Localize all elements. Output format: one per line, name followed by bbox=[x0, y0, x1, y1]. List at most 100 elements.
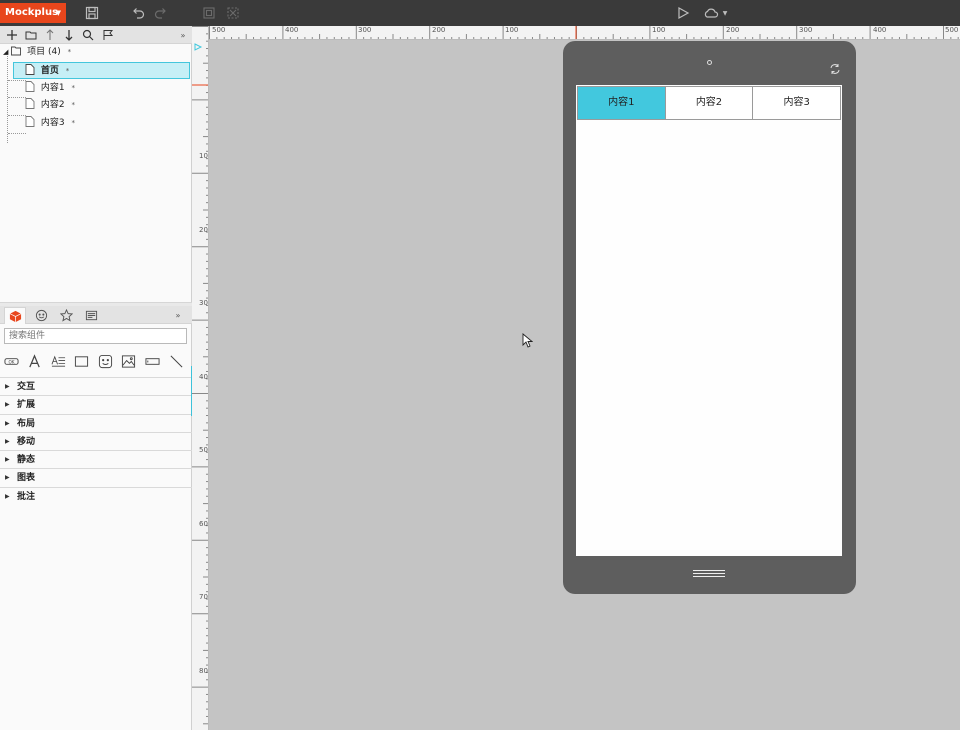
category-interaction[interactable]: ▶ 交互 bbox=[0, 377, 192, 395]
project-tree: ◢ 项目 (4) * 首页 * 内容1 * 内容2 * 内容3 * bbox=[0, 44, 192, 302]
favorites-tab[interactable] bbox=[55, 307, 77, 324]
tree-root-label: 项目 (4) bbox=[27, 47, 61, 57]
ruler-label: 300 bbox=[799, 26, 813, 34]
ruler-label: 800 bbox=[199, 667, 208, 675]
app-menu-button[interactable]: Mockplus ▼ bbox=[0, 3, 66, 23]
collapse-panel-icon[interactable]: » bbox=[176, 28, 190, 42]
text-widget-icon[interactable] bbox=[25, 352, 43, 370]
textbox-widget-icon[interactable] bbox=[143, 352, 161, 370]
folder-icon[interactable] bbox=[24, 28, 38, 42]
tree-page-label: 首页 bbox=[40, 66, 59, 76]
expand-triangle-icon: ▶ bbox=[5, 419, 10, 427]
play-icon[interactable] bbox=[675, 5, 691, 21]
group-icon[interactable] bbox=[201, 5, 217, 21]
components-tab[interactable] bbox=[4, 307, 26, 324]
app-name: Mockplus bbox=[5, 7, 59, 18]
category-extension[interactable]: ▶ 扩展 bbox=[0, 395, 192, 413]
left-panel: » ◢ 项目 (4) * 首页 * 内容1 * 内容2 * 内容3 * » 搜索… bbox=[0, 26, 194, 730]
tree-page-home[interactable]: 首页 * bbox=[13, 62, 190, 79]
ruler-label: 100 bbox=[505, 26, 519, 34]
home-button-icon[interactable] bbox=[693, 570, 725, 579]
move-down-icon[interactable] bbox=[62, 28, 76, 42]
button-widget-text: OK bbox=[8, 359, 14, 364]
expand-triangle-icon: ▶ bbox=[5, 383, 10, 390]
tree-page-content2[interactable]: 内容2 * bbox=[25, 97, 75, 114]
category-layout[interactable]: ▶ 布局 bbox=[0, 413, 192, 432]
project-toolbar: » bbox=[0, 26, 192, 44]
page-icon bbox=[25, 116, 35, 127]
tab-content1[interactable]: 内容1 bbox=[578, 87, 665, 119]
tree-page-content1[interactable]: 内容1 * bbox=[25, 80, 75, 97]
category-chart[interactable]: ▶ 图表 bbox=[0, 468, 192, 486]
category-static[interactable]: ▶ 静态 bbox=[0, 450, 192, 468]
templates-tab[interactable] bbox=[80, 307, 102, 324]
ruler-label: 600 bbox=[199, 520, 208, 528]
tab-content2[interactable]: 内容2 bbox=[664, 87, 753, 119]
icons-tab[interactable] bbox=[30, 307, 52, 324]
undo-icon[interactable] bbox=[130, 5, 146, 21]
smiley-icon bbox=[35, 309, 47, 322]
move-up-icon[interactable] bbox=[43, 28, 57, 42]
mouse-cursor-icon bbox=[522, 333, 533, 348]
ruler-label: 100 bbox=[199, 152, 208, 160]
ruler-label: 500 bbox=[945, 26, 959, 34]
page-icon bbox=[25, 81, 35, 92]
collapse-panel-icon[interactable]: » bbox=[170, 307, 186, 324]
category-annotation[interactable]: ▶ 批注 bbox=[0, 486, 192, 505]
expand-triangle-icon: ▶ bbox=[5, 456, 10, 464]
chevron-down-icon[interactable]: ▼ bbox=[720, 5, 730, 21]
vertical-ruler: 100 200 300 400 500 600 700 800 bbox=[192, 26, 209, 730]
star-icon bbox=[59, 309, 73, 322]
ruler-label: 200 bbox=[432, 26, 446, 34]
cube-icon bbox=[9, 310, 21, 322]
expand-triangle-icon: ▶ bbox=[5, 401, 10, 409]
chevron-down-icon: ▼ bbox=[55, 9, 61, 17]
expand-triangle-icon: ▶ bbox=[5, 437, 10, 445]
image-widget-icon[interactable] bbox=[119, 352, 137, 370]
folder-icon bbox=[11, 46, 22, 56]
category-mobile[interactable]: ▶ 移动 bbox=[0, 431, 192, 450]
ruler-label: 400 bbox=[873, 26, 887, 34]
paragraph-widget-icon[interactable] bbox=[49, 352, 67, 370]
page-icon bbox=[25, 64, 35, 75]
save-icon[interactable] bbox=[84, 5, 100, 21]
widget-palette: OK bbox=[0, 352, 192, 372]
search-icon[interactable] bbox=[81, 28, 95, 42]
line-widget-icon[interactable] bbox=[167, 352, 185, 370]
expand-triangle-icon: ◢ bbox=[3, 48, 9, 56]
component-search-input[interactable] bbox=[4, 328, 187, 344]
redo-icon[interactable] bbox=[153, 5, 169, 21]
ruler-label: 200 bbox=[726, 26, 740, 34]
rectangle-widget-icon[interactable] bbox=[72, 352, 90, 370]
camera-icon bbox=[707, 60, 712, 65]
ruler-label: 500 bbox=[199, 446, 208, 454]
ruler-label: 300 bbox=[358, 26, 372, 34]
component-categories: ▶ 交互 ▶ 扩展 ▶ 布局 ▶ 移动 ▶ 静态 ▶ 图表 ▶ 批注 bbox=[0, 377, 192, 505]
emoji-widget-icon[interactable] bbox=[96, 352, 114, 370]
flag-icon[interactable] bbox=[101, 28, 115, 42]
tab-bar-widget[interactable]: 内容1 内容2 内容3 bbox=[577, 86, 841, 120]
ruler-label: 400 bbox=[199, 373, 208, 381]
component-tabs: » bbox=[0, 306, 192, 324]
ruler-label: 700 bbox=[199, 593, 208, 601]
device-screen[interactable]: 内容1 内容2 内容3 bbox=[576, 85, 842, 556]
tablet-device-frame[interactable]: 内容1 内容2 内容3 bbox=[563, 41, 856, 594]
add-icon[interactable] bbox=[5, 28, 19, 42]
expand-triangle-icon: ▶ bbox=[5, 474, 10, 482]
button-widget-icon[interactable]: OK bbox=[2, 352, 20, 370]
tree-page-label: 内容2 bbox=[40, 100, 65, 110]
tab-content3[interactable]: 内容3 bbox=[752, 87, 841, 119]
tree-page-label: 内容1 bbox=[40, 83, 65, 93]
ruler-label: 200 bbox=[199, 226, 208, 234]
horizontal-ruler: 500 400 300 200 100 100 200 300 400 500 bbox=[209, 26, 960, 40]
tree-root-project[interactable]: ◢ 项目 (4) * bbox=[3, 44, 71, 61]
ruler-label: 300 bbox=[199, 299, 208, 307]
tree-page-content3[interactable]: 内容3 * bbox=[25, 115, 75, 132]
ungroup-icon[interactable] bbox=[225, 5, 241, 21]
template-icon bbox=[85, 310, 97, 321]
ruler-label: 500 bbox=[212, 26, 226, 34]
expand-triangle-icon: ▶ bbox=[5, 492, 10, 500]
design-canvas[interactable]: 内容1 内容2 内容3 bbox=[210, 41, 960, 730]
rotate-icon[interactable] bbox=[829, 63, 841, 75]
ruler-label: 400 bbox=[285, 26, 299, 34]
